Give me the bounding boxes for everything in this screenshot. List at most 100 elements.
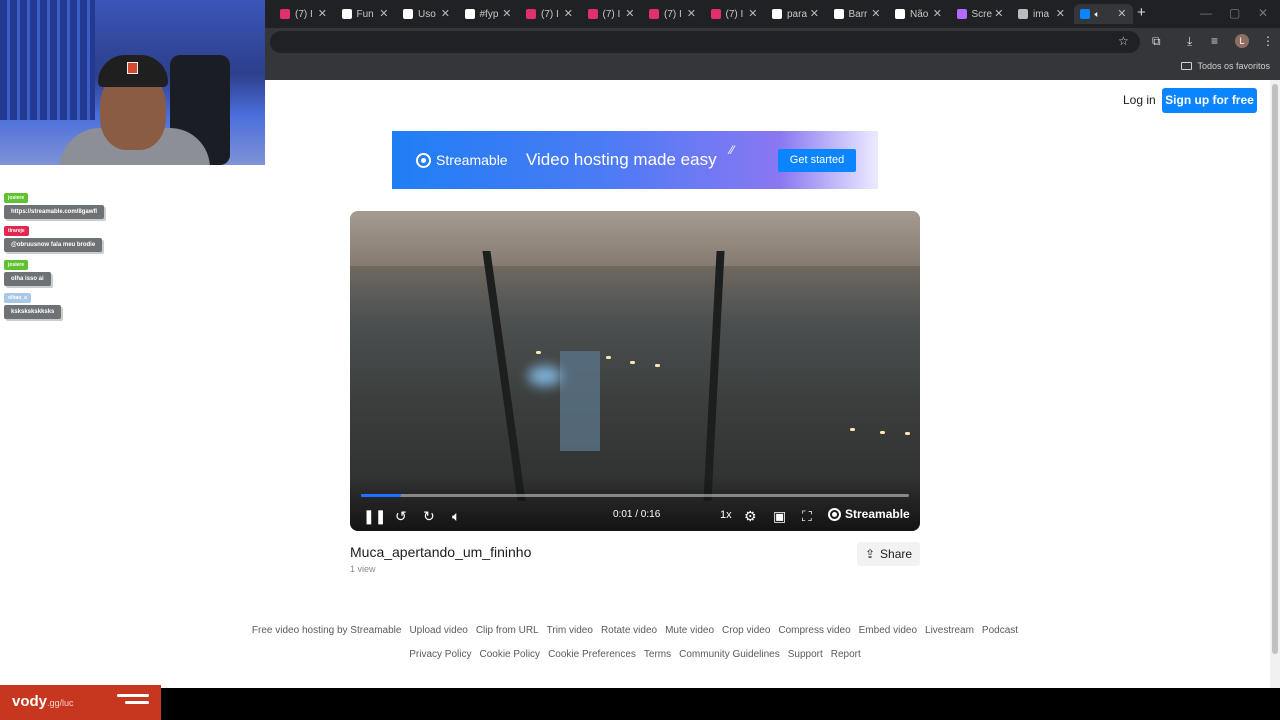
player-brand[interactable]: Streamable	[828, 507, 910, 521]
tab-audio-icon[interactable]: 🔈︎	[1095, 9, 1100, 20]
footer-link[interactable]: Support	[788, 649, 823, 660]
tab[interactable]: (7) I ✕	[520, 4, 579, 24]
tab-label: para	[787, 8, 808, 20]
tab-close-icon[interactable]: ✕	[1117, 7, 1126, 20]
video-light	[905, 432, 910, 435]
chat-text: olha isso ai	[4, 272, 51, 286]
tab[interactable]: #fyp ✕	[459, 4, 518, 24]
footer-link[interactable]: Mute video	[665, 625, 714, 636]
tiktok-icon	[772, 9, 782, 19]
footer-link[interactable]: Free video hosting by Streamable	[252, 625, 402, 636]
minimize-button[interactable]: —	[1200, 6, 1212, 20]
playback-speed-button[interactable]: 1x	[720, 509, 732, 521]
picture-in-picture-icon[interactable]: ▣	[773, 506, 786, 526]
chat-username: olhao_a	[8, 295, 27, 301]
footer-link[interactable]: Livestream	[925, 625, 974, 636]
footer-link[interactable]: Cookie Preferences	[548, 649, 636, 660]
footer-link[interactable]: Trim video	[547, 625, 593, 636]
tab-close-icon[interactable]: ✕	[502, 7, 511, 20]
page-scrollbar[interactable]	[1270, 80, 1280, 688]
progress-bar[interactable]	[361, 494, 909, 497]
tab-close-icon[interactable]: ✕	[1056, 7, 1065, 20]
chat-username-tag: olhao_a	[4, 293, 31, 303]
new-tab-button[interactable]: +	[1137, 4, 1146, 21]
footer-link[interactable]: Report	[831, 649, 861, 660]
footer-link[interactable]: Privacy Policy	[409, 649, 471, 660]
tab-close-icon[interactable]: ✕	[687, 7, 696, 20]
get-started-button[interactable]: Get started	[778, 149, 856, 172]
footer-link[interactable]: Clip from URL	[476, 625, 539, 636]
pause-icon[interactable]: ❚❚	[363, 506, 386, 526]
all-bookmarks-folder[interactable]: Todos os favoritos	[1181, 61, 1270, 71]
close-window-button[interactable]: ✕	[1258, 6, 1268, 20]
tab[interactable]: 🔈︎ ✕	[1073, 4, 1133, 24]
tab-close-icon[interactable]: ✕	[933, 7, 942, 20]
tab[interactable]: Scre ✕	[951, 4, 1010, 24]
scrollbar-thumb[interactable]	[1272, 84, 1278, 654]
download-icon[interactable]: ⤓	[1187, 34, 1192, 49]
footer-link[interactable]: Embed video	[859, 625, 917, 636]
footer-link[interactable]: Compress video	[778, 625, 850, 636]
footer-link[interactable]: Crop video	[722, 625, 770, 636]
tab-close-icon[interactable]: ✕	[441, 7, 450, 20]
chat-username-tag: josiere	[4, 260, 29, 270]
tab-label: #fyp	[479, 8, 499, 20]
tab-label: Barr	[848, 8, 868, 20]
controls-gradient	[350, 476, 920, 531]
signup-button[interactable]: Sign up for free	[1162, 88, 1257, 113]
tab-close-icon[interactable]: ✕	[994, 7, 1003, 20]
extensions-icon[interactable]: ⧉	[1152, 34, 1161, 49]
login-link[interactable]: Log in	[1123, 93, 1156, 107]
streamable-icon	[1079, 9, 1090, 19]
tab[interactable]: Fun ✕	[336, 4, 395, 24]
footer-link[interactable]: Podcast	[982, 625, 1018, 636]
tab[interactable]: ima ✕	[1012, 4, 1071, 24]
rewind-icon[interactable]: ↺	[395, 506, 407, 526]
tab[interactable]: para ✕	[766, 4, 825, 24]
chat-username: josiere	[8, 195, 25, 201]
bookmark-star-icon[interactable]: ☆	[1118, 34, 1129, 48]
tab[interactable]: (7) I ✕	[582, 4, 641, 24]
video-light	[630, 361, 635, 364]
tab-close-icon[interactable]: ✕	[318, 7, 327, 20]
footer-link[interactable]: Cookie Policy	[479, 649, 540, 660]
video-frame-bar	[703, 251, 725, 501]
ad-banner[interactable]: Streamable Video hosting made easy ⁄⁄ Ge…	[392, 131, 878, 189]
tab[interactable]: (7) I ✕	[705, 4, 764, 24]
media-control-icon[interactable]: ≡	[1211, 34, 1218, 48]
tab-close-icon[interactable]: ✕	[379, 7, 388, 20]
profile-avatar[interactable]: L	[1235, 34, 1249, 48]
maximize-button[interactable]: ▢	[1229, 6, 1240, 20]
footer-link[interactable]: Rotate video	[601, 625, 657, 636]
tab-close-icon[interactable]: ✕	[625, 7, 634, 20]
tab[interactable]: (7) I ✕	[643, 4, 702, 24]
menu-kebab-icon[interactable]: ⋮	[1262, 34, 1274, 48]
forward-icon[interactable]: ↻	[423, 506, 435, 526]
tab[interactable]: Uso ✕	[397, 4, 456, 24]
tab[interactable]: (7) I ✕	[274, 4, 333, 24]
video-light	[850, 428, 855, 431]
share-label: Share	[880, 547, 913, 561]
tiktok-icon	[341, 9, 352, 19]
video-light	[880, 431, 885, 434]
tab[interactable]: Barr ✕	[828, 4, 887, 24]
tab-close-icon[interactable]: ✕	[810, 7, 819, 20]
tab-close-icon[interactable]: ✕	[871, 7, 880, 20]
footer-link[interactable]: Terms	[644, 649, 671, 660]
tab-close-icon[interactable]: ✕	[564, 7, 573, 20]
share-button[interactable]: ⇪ Share	[857, 542, 920, 566]
address-bar[interactable]	[270, 31, 1140, 53]
video-player[interactable]: ❚❚ ↺ ↻ 🔈︎ 0:01 / 0:16 1x ⚙ ▣ ⛶ Streamabl…	[350, 211, 920, 531]
tiktok-icon	[895, 9, 905, 19]
instagram-icon	[280, 9, 290, 19]
footer-link[interactable]: Community Guidelines	[679, 649, 780, 660]
tab-close-icon[interactable]: ✕	[748, 7, 757, 20]
settings-gear-icon[interactable]: ⚙	[744, 506, 757, 526]
chat-text: @obruusnow fala meu brodie	[4, 238, 103, 252]
volume-icon[interactable]: 🔈︎	[452, 506, 460, 526]
vody-logo: vody.gg/luc	[12, 693, 74, 710]
footer-link[interactable]: Upload video	[409, 625, 467, 636]
video-light	[606, 356, 611, 359]
fullscreen-icon[interactable]: ⛶	[802, 506, 812, 526]
tab[interactable]: Não ✕	[889, 4, 948, 24]
